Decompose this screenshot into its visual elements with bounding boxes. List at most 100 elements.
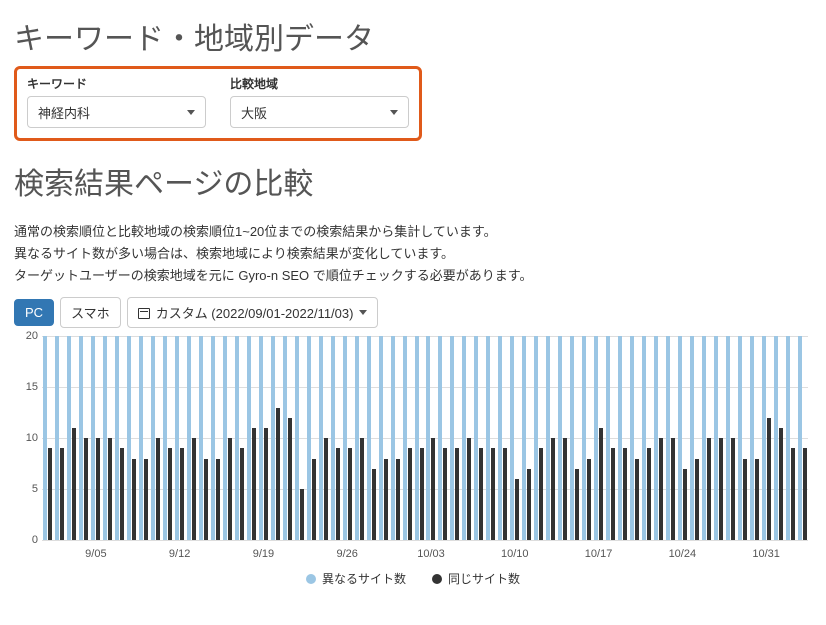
bar-group <box>676 336 688 540</box>
bar-diff <box>762 336 766 540</box>
legend-item-same[interactable]: 同じサイト数 <box>432 570 520 587</box>
bar-diff <box>426 336 430 540</box>
bar-diff <box>498 336 502 540</box>
page-title-2: 検索結果ページの比較 <box>14 159 812 203</box>
bar-same <box>467 438 471 540</box>
bar-same <box>599 428 603 540</box>
bar-group <box>425 336 437 540</box>
bar-same <box>348 448 352 540</box>
bar-diff <box>534 336 538 540</box>
bar-same <box>108 438 112 540</box>
bar-diff <box>115 336 119 540</box>
bar-same <box>300 489 304 540</box>
region-dropdown[interactable]: 大阪 <box>230 96 409 128</box>
bar-same <box>48 448 52 540</box>
bar-same <box>312 459 316 541</box>
bar-same <box>527 469 531 540</box>
bar-diff <box>235 336 239 540</box>
bar-diff <box>43 336 47 540</box>
bar-same <box>755 459 759 541</box>
bar-group <box>293 336 305 540</box>
bar-group <box>54 336 66 540</box>
x-axis-tick: 9/05 <box>85 548 106 560</box>
bar-group <box>545 336 557 540</box>
bar-group <box>114 336 126 540</box>
bar-same <box>647 448 651 540</box>
bar-group <box>437 336 449 540</box>
bar-diff <box>175 336 179 540</box>
bar-same <box>443 448 447 540</box>
bar-diff <box>702 336 706 540</box>
bar-diff <box>331 336 335 540</box>
chevron-down-icon <box>187 110 195 115</box>
bar-group <box>652 336 664 540</box>
bar-diff <box>319 336 323 540</box>
bar-diff <box>474 336 478 540</box>
date-range-button[interactable]: カスタム (2022/09/01-2022/11/03) <box>127 297 379 328</box>
bar-same <box>431 438 435 540</box>
bar-same <box>72 428 76 540</box>
bar-same <box>539 448 543 540</box>
bar-group <box>688 336 700 540</box>
bar-same <box>216 459 220 541</box>
bar-same <box>420 448 424 540</box>
bar-diff <box>462 336 466 540</box>
bar-same <box>132 459 136 541</box>
bar-diff <box>642 336 646 540</box>
bar-diff <box>283 336 287 540</box>
keyword-dropdown[interactable]: 神経内科 <box>27 96 206 128</box>
bar-group <box>257 336 269 540</box>
legend-item-diff[interactable]: 異なるサイト数 <box>306 570 406 587</box>
bar-group <box>736 336 748 540</box>
x-axis-tick: 9/26 <box>336 548 357 560</box>
bar-diff <box>55 336 59 540</box>
bar-diff <box>379 336 383 540</box>
bar-group <box>329 336 341 540</box>
bar-same <box>180 448 184 540</box>
bar-group <box>377 336 389 540</box>
bar-group <box>78 336 90 540</box>
bar-same <box>455 448 459 540</box>
bar-same <box>671 438 675 540</box>
bar-group <box>42 336 54 540</box>
bar-diff <box>714 336 718 540</box>
bar-group <box>664 336 676 540</box>
bar-group <box>365 336 377 540</box>
bar-same <box>120 448 124 540</box>
bar-diff <box>630 336 634 540</box>
bar-group <box>617 336 629 540</box>
bar-group <box>269 336 281 540</box>
bar-same <box>695 459 699 541</box>
bar-diff <box>367 336 371 540</box>
y-axis-tick: 10 <box>14 432 38 444</box>
bar-diff <box>570 336 574 540</box>
bar-diff <box>211 336 215 540</box>
bar-diff <box>271 336 275 540</box>
bar-same <box>396 459 400 541</box>
calendar-icon <box>138 307 150 319</box>
bar-group <box>796 336 808 540</box>
bar-diff <box>307 336 311 540</box>
bar-same <box>791 448 795 540</box>
bar-diff <box>606 336 610 540</box>
bar-group <box>126 336 138 540</box>
bar-diff <box>127 336 131 540</box>
bar-same <box>491 448 495 540</box>
y-axis-tick: 20 <box>14 330 38 342</box>
bar-same <box>515 479 519 540</box>
bar-same <box>479 448 483 540</box>
bar-diff <box>151 336 155 540</box>
bar-diff <box>678 336 682 540</box>
keyword-label: キーワード <box>27 75 206 92</box>
tab-smartphone[interactable]: スマホ <box>60 297 121 328</box>
bar-diff <box>355 336 359 540</box>
bar-group <box>628 336 640 540</box>
page-title-1: キーワード・地域別データ <box>14 14 812 58</box>
bar-same <box>156 438 160 540</box>
bar-group <box>557 336 569 540</box>
tab-pc[interactable]: PC <box>14 299 54 326</box>
bar-same <box>288 418 292 540</box>
bar-diff <box>690 336 694 540</box>
bar-same <box>252 428 256 540</box>
bar-diff <box>582 336 586 540</box>
